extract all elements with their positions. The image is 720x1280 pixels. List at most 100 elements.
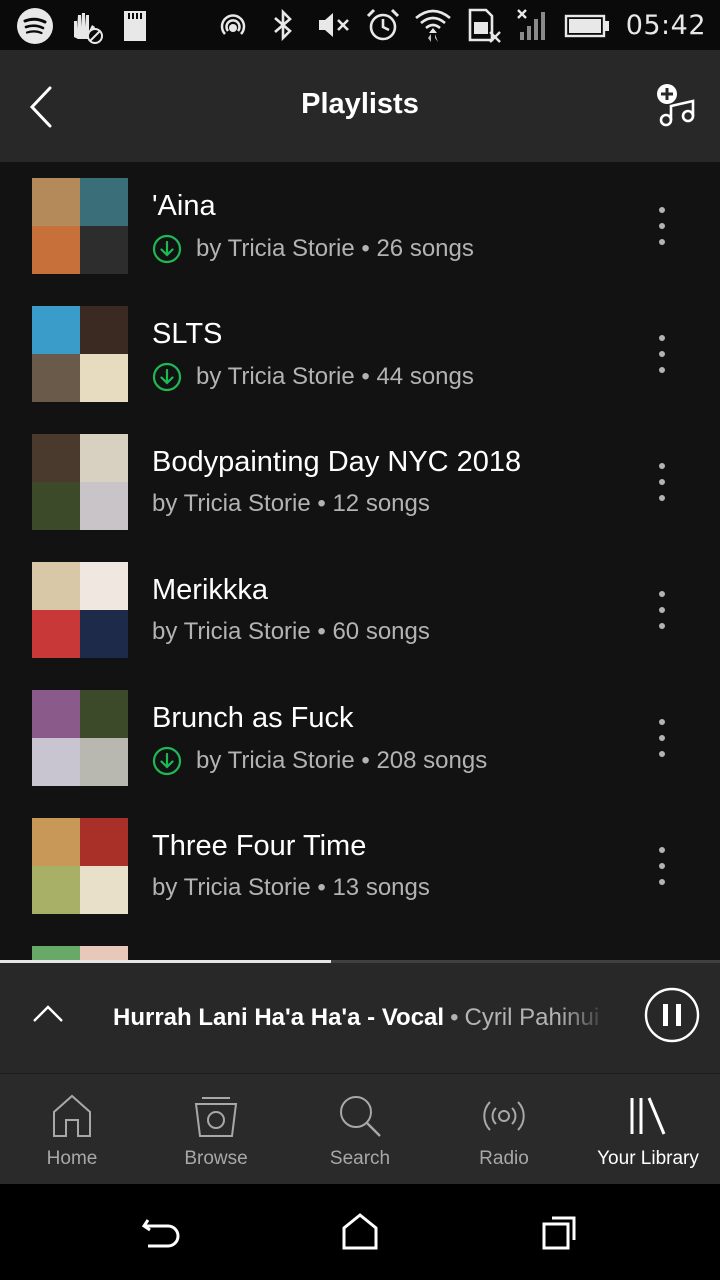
nav-label: Browse <box>184 1148 248 1169</box>
home-icon <box>53 1094 91 1137</box>
playlist-list: 'Aina by Tricia Storie • 26 songs SLTS b… <box>0 162 720 960</box>
playlist-cover <box>32 562 128 658</box>
playlist-cover <box>32 690 128 786</box>
cover-tile <box>32 306 80 354</box>
radio-icon <box>483 1101 525 1131</box>
pause-icon[interactable] <box>644 987 700 1043</box>
playlist-row[interactable]: Three Four Time by Tricia Storie • 13 so… <box>0 802 720 930</box>
cover-tile <box>32 690 80 738</box>
playlist-row[interactable]: 'Aina by Tricia Storie • 26 songs <box>0 162 720 290</box>
playlist-row[interactable]: Merikkka by Tricia Storie • 60 songs <box>0 546 720 674</box>
nav-label: Radio <box>479 1148 529 1169</box>
hotspot-icon <box>220 14 245 35</box>
playlist-cover <box>32 946 128 960</box>
playlist-title: SLTS <box>152 318 223 350</box>
nav-label: Search <box>329 1148 391 1169</box>
nav-home[interactable]: Home <box>0 1074 144 1185</box>
now-playing-track: Hurrah Lani Ha'a Ha'a - Vocal <box>113 1004 445 1031</box>
text-fade <box>560 993 610 1043</box>
cover-tile <box>32 562 80 610</box>
page-title: Playlists <box>301 88 419 120</box>
more-options-icon[interactable] <box>650 844 674 888</box>
nav-browse[interactable]: Browse <box>144 1074 288 1185</box>
bottom-navigation: Home Browse Search Radio Your Library <box>0 1073 720 1184</box>
playlist-cover <box>32 178 128 274</box>
playlist-subtitle-wrap: by Tricia Storie • 44 songs <box>152 362 474 392</box>
signal-icon <box>516 9 545 40</box>
spotify-icon <box>17 8 53 44</box>
home-button-icon[interactable] <box>340 1212 380 1252</box>
wifi-icon <box>414 9 451 42</box>
playlist-cover <box>32 818 128 914</box>
system-navigation-bar <box>0 1184 720 1280</box>
status-bar: 05:42 <box>0 0 720 50</box>
playlist-row[interactable]: Bodypainting Day NYC 2018 by Tricia Stor… <box>0 418 720 546</box>
playlist-title: Merikkka <box>152 574 269 606</box>
cover-tile <box>80 178 128 226</box>
no-touch-icon <box>74 13 103 44</box>
playlist-cover <box>32 306 128 402</box>
playlist-title: Bodypainting Day NYC 2018 <box>152 446 522 478</box>
playlist-subtitle-wrap: by Tricia Storie • 13 songs <box>152 874 430 902</box>
cover-tile <box>80 562 128 610</box>
playlist-row[interactable]: Brunch as Fuck by Tricia Storie • 208 so… <box>0 674 720 802</box>
top-app-bar: Playlists <box>0 50 720 162</box>
playlist-cover <box>32 434 128 530</box>
playlist-subtitle-wrap: by Tricia Storie • 60 songs <box>152 618 430 646</box>
playlist-subtitle: by Tricia Storie • 60 songs <box>152 618 430 645</box>
now-playing-text: Hurrah Lani Ha'a Ha'a - Vocal • Cyril Pahi… <box>113 1004 608 1032</box>
more-options-icon[interactable] <box>650 716 674 760</box>
chevron-up-icon[interactable] <box>30 997 66 1033</box>
more-options-icon[interactable] <box>650 588 674 632</box>
cover-tile <box>80 818 128 866</box>
add-music-icon[interactable] <box>654 82 704 132</box>
recent-apps-icon[interactable] <box>540 1212 580 1252</box>
playlist-row[interactable]: SLTS by Tricia Storie • 44 songs <box>0 290 720 418</box>
cover-tile <box>32 226 80 274</box>
playlist-row[interactable] <box>0 930 720 960</box>
cover-tile <box>80 226 128 274</box>
battery-icon <box>564 14 609 38</box>
cover-tile <box>80 306 128 354</box>
playlist-title: 'Aina <box>152 190 216 222</box>
back-icon[interactable] <box>140 1212 180 1252</box>
mute-icon <box>318 13 349 37</box>
cover-tile <box>80 866 128 914</box>
nav-label: Your Library <box>597 1148 699 1169</box>
nav-search[interactable]: Search <box>288 1074 432 1185</box>
playlist-subtitle: by Tricia Storie • 208 songs <box>196 747 488 774</box>
sd-card-icon <box>124 11 146 41</box>
cover-tile <box>32 818 80 866</box>
cover-tile <box>80 354 128 402</box>
more-options-icon[interactable] <box>650 204 674 248</box>
playlist-rows: 'Aina by Tricia Storie • 26 songs SLTS b… <box>0 162 720 960</box>
cover-tile <box>32 610 80 658</box>
nav-radio[interactable]: Radio <box>432 1074 576 1185</box>
bluetooth-icon <box>273 8 292 42</box>
cover-tile <box>80 690 128 738</box>
downloaded-icon <box>152 234 182 264</box>
playlist-subtitle-wrap: by Tricia Storie • 12 songs <box>152 490 430 518</box>
nav-label: Home <box>46 1148 98 1169</box>
playlist-subtitle: by Tricia Storie • 26 songs <box>196 235 474 262</box>
more-options-icon[interactable] <box>650 332 674 376</box>
alarm-icon <box>366 8 399 41</box>
playlist-subtitle: by Tricia Storie • 12 songs <box>152 490 430 517</box>
cover-tile <box>32 178 80 226</box>
playlist-subtitle: by Tricia Storie • 44 songs <box>196 363 474 390</box>
cover-tile <box>32 738 80 786</box>
cover-tile <box>80 738 128 786</box>
playlist-subtitle-wrap: by Tricia Storie • 26 songs <box>152 234 474 264</box>
search-icon <box>340 1096 381 1137</box>
no-sim-icon <box>468 8 501 43</box>
playlist-title: Three Four Time <box>152 830 367 862</box>
downloaded-icon <box>152 746 182 776</box>
now-playing-bar[interactable]: Hurrah Lani Ha'a Ha'a - Vocal • Cyril Pahi… <box>0 963 720 1073</box>
now-playing-separator: • <box>450 1004 459 1031</box>
playlist-subtitle-wrap: by Tricia Storie • 208 songs <box>152 746 487 776</box>
library-icon <box>630 1097 666 1135</box>
nav-your-library[interactable]: Your Library <box>576 1074 720 1185</box>
cover-tile <box>32 434 80 482</box>
more-options-icon[interactable] <box>650 460 674 504</box>
clock: 05:42 <box>625 9 706 41</box>
